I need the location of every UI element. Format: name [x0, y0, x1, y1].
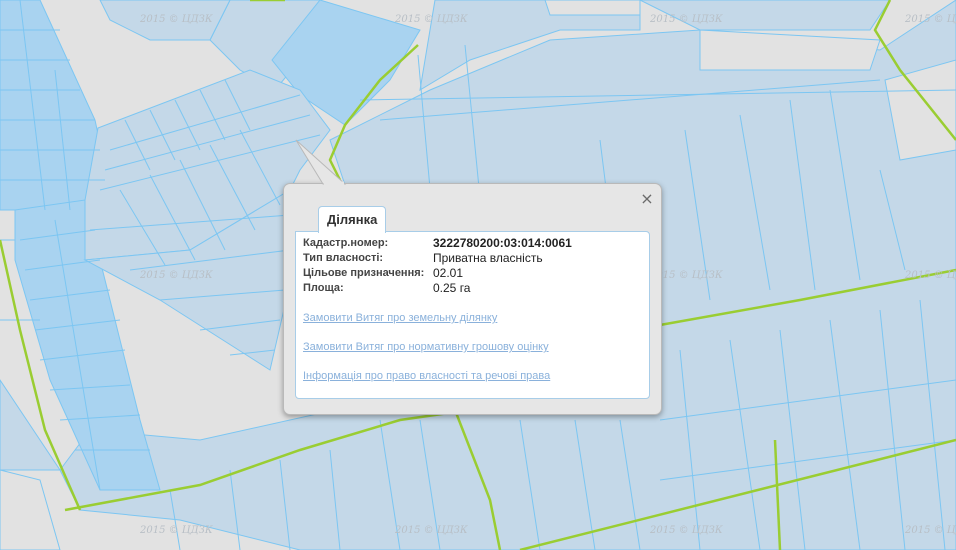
ownership-info-link[interactable]: Інформація про право власності та речові…: [303, 370, 550, 382]
order-parcel-extract-link[interactable]: Замовити Витяг про земельну ділянку: [303, 312, 497, 324]
order-valuation-extract-link[interactable]: Замовити Витяг про нормативну грошову оц…: [303, 341, 549, 353]
watermark: 2015 © ЦДЗК: [140, 525, 213, 536]
watermark: 2015 © ЦДЗК: [650, 14, 723, 25]
field-value: 3222780200:03:014:0061: [433, 236, 572, 250]
popup-pointer: [295, 139, 347, 185]
parcel-details-panel: Кадастр.номер: 3222780200:03:014:0061 Ти…: [295, 231, 650, 399]
watermark: 2015 © ЦДЗК: [395, 14, 468, 25]
field-value: 02.01: [433, 266, 464, 280]
watermark: 2015 © ЦДЗК: [140, 14, 213, 25]
tab-parcel[interactable]: Ділянка: [318, 206, 387, 233]
watermark: 2015 © ЦДЗК: [905, 525, 956, 536]
watermark: 2015 © ЦДЗК: [140, 270, 213, 281]
watermark: 2015 © ЦДЗК: [395, 525, 468, 536]
field-label: Тип власності:: [303, 252, 384, 264]
field-label: Цільове призначення:: [303, 267, 425, 279]
field-value: 0.25 га: [433, 281, 471, 295]
field-label: Кадастр.номер:: [303, 237, 389, 249]
field-value: Приватна власність: [433, 251, 543, 265]
close-icon[interactable]: ×: [640, 191, 654, 207]
watermark: 2015 © ЦДЗК: [905, 14, 956, 25]
watermark: 2015 © ЦДЗК: [905, 270, 956, 281]
parcel-info-popup: × Ділянка Кадастр.номер: 3222780200:03:0…: [283, 139, 662, 415]
field-label: Площа:: [303, 282, 344, 294]
watermark: 2015 © ЦДЗК: [650, 525, 723, 536]
